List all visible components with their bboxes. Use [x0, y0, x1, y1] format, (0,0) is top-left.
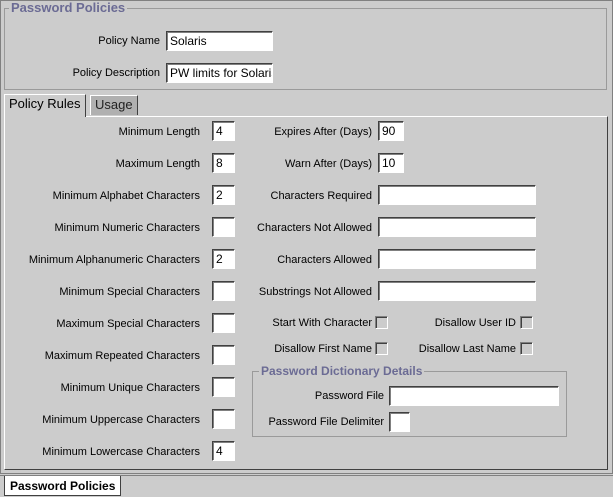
password-file-delimiter-label: Password File Delimiter [268, 416, 384, 428]
substrings-not-allowed-label: Substrings Not Allowed [258, 286, 372, 298]
characters-not-allowed-input[interactable] [378, 217, 536, 237]
min-alphanumeric-label: Minimum Alphanumeric Characters [28, 254, 200, 266]
password-file-delimiter-input[interactable] [389, 412, 410, 432]
max-length-label: Maximum Length [115, 158, 200, 170]
disallow-user-id-label: Disallow User ID [434, 317, 516, 329]
max-special-label: Maximum Special Characters [56, 318, 200, 330]
min-unique-input[interactable] [212, 377, 235, 397]
password-file-label: Password File [314, 390, 384, 402]
policy-description-label: Policy Description [72, 67, 160, 79]
characters-allowed-label: Characters Allowed [277, 254, 372, 266]
disallow-user-id-checkbox[interactable] [520, 316, 533, 329]
dictionary-title: Password Dictionary Details [259, 364, 425, 378]
start-with-character-label: Start With Character [272, 317, 372, 329]
min-lowercase-input[interactable]: 4 [212, 441, 235, 461]
min-unique-label: Minimum Unique Characters [60, 382, 200, 394]
policy-description-input[interactable]: PW limits for Solaris [166, 63, 273, 83]
disallow-last-name-label: Disallow Last Name [418, 343, 516, 355]
characters-required-label: Characters Required [270, 190, 373, 202]
max-repeated-label: Maximum Repeated Characters [44, 350, 200, 362]
max-repeated-input[interactable] [212, 345, 235, 365]
min-length-input[interactable]: 4 [212, 121, 235, 141]
min-alphabet-input[interactable]: 2 [212, 185, 235, 205]
min-numeric-label: Minimum Numeric Characters [54, 222, 200, 234]
max-special-input[interactable] [212, 313, 235, 333]
min-uppercase-label: Minimum Uppercase Characters [42, 414, 200, 426]
min-alphabet-label: Minimum Alphabet Characters [52, 190, 200, 202]
policy-name-label: Policy Name [98, 35, 160, 47]
disallow-first-name-label: Disallow First Name [274, 343, 372, 355]
tab-usage[interactable]: Usage [90, 95, 138, 115]
min-length-label: Minimum Length [118, 126, 200, 138]
min-uppercase-input[interactable] [212, 409, 235, 429]
group-title: Password Policies [9, 0, 128, 15]
start-with-character-checkbox[interactable] [375, 316, 388, 329]
min-special-label: Minimum Special Characters [59, 286, 200, 298]
min-special-input[interactable] [212, 281, 235, 301]
warn-after-input[interactable]: 10 [378, 153, 404, 173]
min-lowercase-label: Minimum Lowercase Characters [42, 446, 200, 458]
policy-name-input[interactable]: Solaris [166, 31, 273, 51]
characters-allowed-input[interactable] [378, 249, 536, 269]
warn-after-label: Warn After (Days) [285, 158, 372, 170]
characters-not-allowed-label: Characters Not Allowed [257, 222, 372, 234]
disallow-first-name-checkbox[interactable] [375, 342, 388, 355]
tab-policy-rules[interactable]: Policy Rules [4, 94, 86, 117]
characters-required-input[interactable] [378, 185, 536, 205]
expires-after-input[interactable]: 90 [378, 121, 404, 141]
disallow-last-name-checkbox[interactable] [520, 342, 533, 355]
min-numeric-input[interactable] [212, 217, 235, 237]
expires-after-label: Expires After (Days) [274, 126, 372, 138]
substrings-not-allowed-input[interactable] [378, 281, 536, 301]
password-file-input[interactable] [389, 386, 559, 406]
min-alphanumeric-input[interactable]: 2 [212, 249, 235, 269]
max-length-input[interactable]: 8 [212, 153, 235, 173]
tab-password-policies[interactable]: Password Policies [4, 476, 122, 496]
